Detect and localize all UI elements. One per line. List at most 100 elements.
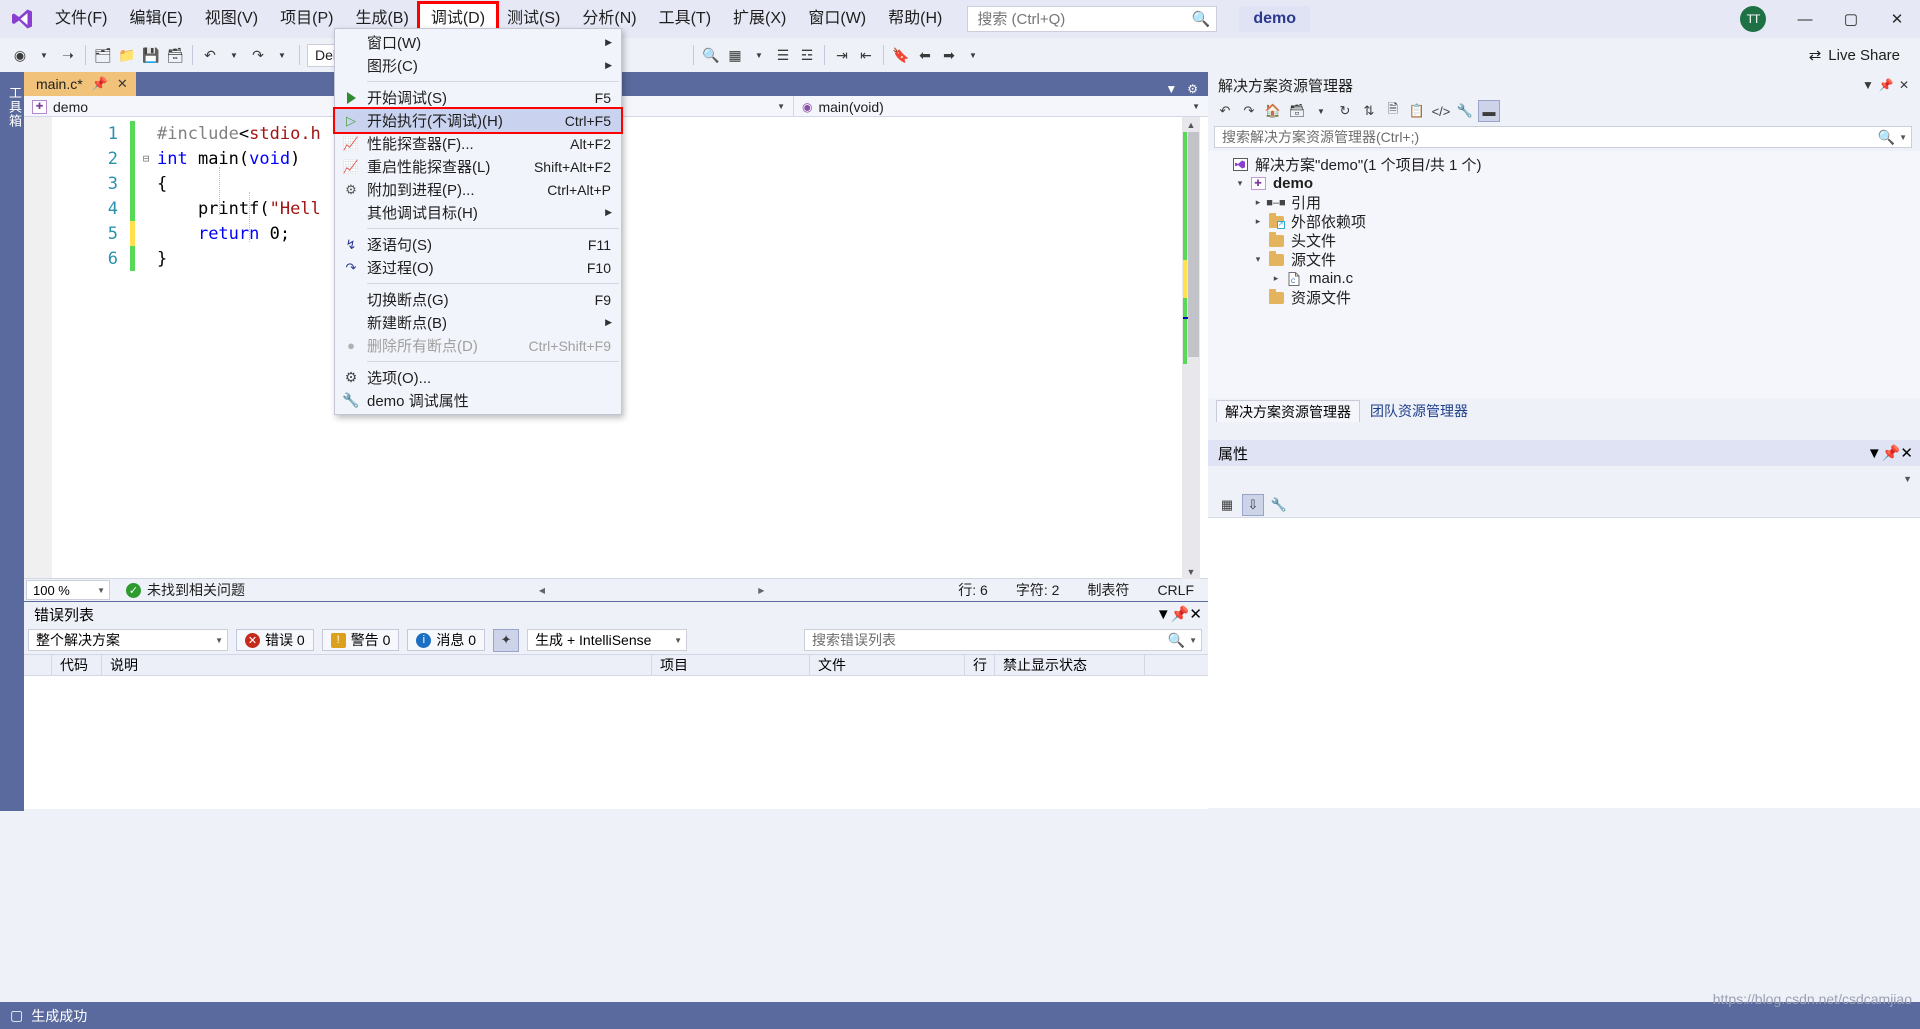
solution-explorer-search[interactable]: 搜索解决方案资源管理器(Ctrl+;) 🔍 ▼	[1214, 126, 1912, 148]
pin-icon[interactable]: 📌	[92, 76, 108, 92]
window-layout-icon[interactable]: ▦	[723, 43, 747, 67]
global-search-box[interactable]: 🔍	[967, 6, 1218, 32]
redo-icon[interactable]: ↷	[246, 43, 270, 67]
error-list-column-header[interactable]: 文件	[810, 654, 965, 676]
chevron-down-icon[interactable]: ▾	[1232, 178, 1248, 189]
property-pages-icon[interactable]: 🔧	[1268, 494, 1290, 516]
navigate-backward-icon[interactable]: ◉	[8, 43, 32, 67]
chevron-right-icon[interactable]: ▸	[1250, 216, 1266, 227]
pin-icon[interactable]: 📌	[1171, 605, 1190, 623]
chevron-down-icon[interactable]: ▼	[1903, 474, 1912, 484]
chevron-down-icon[interactable]: ▼	[1156, 606, 1171, 623]
menu-item-5[interactable]: 📈 性能探查器(F)... Alt+F2	[335, 132, 621, 155]
scroll-down-icon[interactable]: ▼	[1182, 564, 1200, 579]
preview-selected-icon[interactable]: ▬	[1478, 100, 1500, 122]
menu-item-3[interactable]: 开始调试(S) F5	[335, 86, 621, 109]
error-list-column-header[interactable]: 代码	[52, 654, 102, 676]
pending-changes-dropdown-icon[interactable]: ▼	[1310, 100, 1332, 122]
bookmark-icon[interactable]: 🔖	[889, 43, 913, 67]
find-in-files-icon[interactable]: 🔍	[699, 43, 723, 67]
chevron-right-icon[interactable]: ▸	[1250, 197, 1266, 208]
menu-help[interactable]: 帮助(H)	[877, 4, 953, 34]
menu-view[interactable]: 视图(V)	[194, 4, 269, 34]
menu-item-0[interactable]: 窗口(W) ▶	[335, 31, 621, 54]
scroll-up-icon[interactable]: ▲	[1182, 117, 1200, 132]
error-list-rows[interactable]	[24, 676, 1208, 809]
view-code-icon[interactable]: </>	[1430, 100, 1452, 122]
uncomment-icon[interactable]: ☲	[795, 43, 819, 67]
pin-icon[interactable]: 📌	[1882, 444, 1901, 462]
redo-dropdown-icon[interactable]: ▼	[270, 43, 294, 67]
home-icon[interactable]: 🏠	[1262, 100, 1284, 122]
filter-errors[interactable]: ✕ 错误 0	[236, 629, 314, 651]
menu-item-4[interactable]: ▷ 开始执行(不调试)(H) Ctrl+F5	[333, 107, 623, 134]
chevron-down-icon[interactable]: ▼	[1859, 78, 1877, 92]
minimize-button[interactable]: —	[1782, 0, 1828, 38]
error-list-column-header[interactable]: 禁止显示状态	[995, 654, 1145, 676]
new-project-icon[interactable]: 🗂	[91, 43, 115, 67]
filter-warnings[interactable]: ! 警告 0	[321, 629, 400, 651]
menu-item-1[interactable]: 图形(C) ▶	[335, 54, 621, 77]
editor-vertical-scrollbar[interactable]: ▲ ▼	[1182, 117, 1200, 579]
refresh-icon[interactable]: ↻	[1334, 100, 1356, 122]
menu-item-13[interactable]: 切换断点(G) F9	[335, 288, 621, 311]
menu-item-14[interactable]: 新建断点(B) ▶	[335, 311, 621, 334]
member-scope-combo[interactable]: ◉ main(void) ▼	[794, 96, 1208, 117]
chevron-down-icon[interactable]: ▼	[1867, 445, 1882, 462]
scroll-left-icon[interactable]: ◀	[535, 583, 549, 597]
properties-icon[interactable]: 📋	[1406, 100, 1428, 122]
document-tab-main-c[interactable]: main.c* 📌 ✕	[24, 72, 136, 96]
scrollbar-thumb[interactable]	[1188, 132, 1199, 357]
close-icon[interactable]: ✕	[1189, 605, 1202, 623]
open-file-icon[interactable]: 📁	[115, 43, 139, 67]
prev-bookmark-icon[interactable]: ⬅	[913, 43, 937, 67]
properties-object-selector[interactable]: ▼	[1208, 466, 1920, 492]
error-list-search[interactable]: 搜索错误列表 🔍 ▼	[804, 629, 1202, 651]
show-all-files-icon[interactable]: 🗎	[1382, 100, 1404, 122]
collapse-all-icon[interactable]: ⇅	[1358, 100, 1380, 122]
pending-changes-icon[interactable]: 🗃	[1286, 100, 1308, 122]
wrench-icon[interactable]: 🔧	[1454, 100, 1476, 122]
filter-messages[interactable]: i 消息 0	[407, 629, 486, 651]
close-button[interactable]: ✕	[1874, 0, 1920, 38]
pin-icon[interactable]: 📌	[1877, 78, 1895, 92]
next-bookmark-icon[interactable]: ➡	[937, 43, 961, 67]
menu-edit[interactable]: 编辑(E)	[118, 4, 193, 34]
save-all-icon[interactable]: 🗃	[163, 43, 187, 67]
outdent-icon[interactable]: ⇤	[854, 43, 878, 67]
tree-node[interactable]: ▾ 源文件	[1208, 250, 1920, 269]
avatar[interactable]: TT	[1740, 6, 1766, 32]
solution-tree[interactable]: 解决方案"demo"(1 个项目/共 1 个) ▾ ✚ demo ▸ ■–■ 引用 ▸ ↗ 外部依…	[1208, 151, 1920, 398]
back-icon[interactable]: ↶	[1214, 100, 1236, 122]
navigate-forward-icon[interactable]: ➝	[56, 43, 80, 67]
close-icon[interactable]: ✕	[117, 76, 128, 92]
menu-item-6[interactable]: 📈 重启性能探查器(L) Shift+Alt+F2	[335, 155, 621, 178]
menu-extensions[interactable]: 扩展(X)	[722, 4, 797, 34]
save-icon[interactable]: 💾	[139, 43, 163, 67]
tree-node[interactable]: 资源文件	[1208, 288, 1920, 307]
tree-node[interactable]: ▸ ↗ 外部依赖项	[1208, 212, 1920, 231]
error-list-column-header[interactable]: 行	[965, 654, 995, 676]
menu-file[interactable]: 文件(F)	[44, 4, 118, 34]
tree-node[interactable]: ▸ Cmain.c	[1208, 269, 1920, 288]
menu-item-8[interactable]: 其他调试目标(H) ▶	[335, 201, 621, 224]
chevron-down-icon[interactable]: ▼	[1165, 82, 1177, 96]
comment-icon[interactable]: ☰	[771, 43, 795, 67]
alphabetical-icon[interactable]: ⇩	[1242, 493, 1264, 516]
forward-icon[interactable]: ↷	[1238, 100, 1260, 122]
undo-icon[interactable]: ↶	[198, 43, 222, 67]
error-list-column-header[interactable]	[24, 654, 52, 676]
live-share-button[interactable]: ⇄ Live Share	[1809, 46, 1900, 65]
menu-item-18[interactable]: 🔧 demo 调试属性	[335, 389, 621, 412]
menu-tools[interactable]: 工具(T)	[648, 4, 722, 34]
toolbar-overflow-icon[interactable]: ▼	[961, 43, 985, 67]
tree-node[interactable]: ▸ ■–■ 引用	[1208, 193, 1920, 212]
menu-item-10[interactable]: ↯ 逐语句(S) F11	[335, 233, 621, 256]
indent-icon[interactable]: ⇥	[830, 43, 854, 67]
undo-dropdown-icon[interactable]: ▼	[222, 43, 246, 67]
properties-grid[interactable]	[1208, 518, 1920, 808]
close-icon[interactable]: ✕	[1895, 78, 1913, 92]
build-intellisense-icon[interactable]: ✦	[493, 628, 520, 652]
categorized-icon[interactable]: ▦	[1216, 494, 1238, 516]
backward-dropdown-icon[interactable]: ▼	[32, 43, 56, 67]
